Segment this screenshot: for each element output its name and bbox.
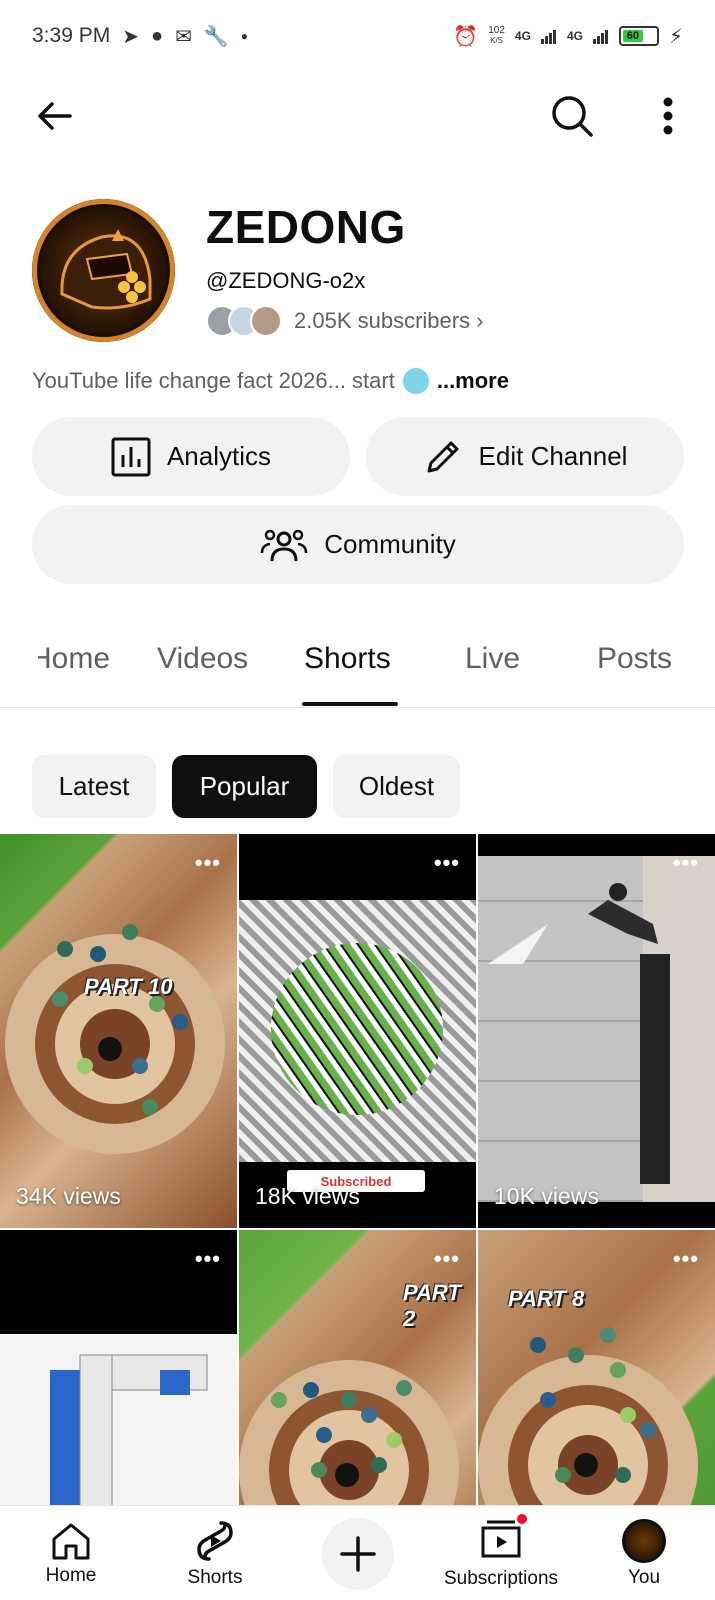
marble-board-image (5, 924, 225, 1154)
bottom-navigation: Home Shorts Subscriptions You (0, 1505, 715, 1600)
tab-home[interactable]: Home (38, 642, 110, 676)
short-views: 10K views (494, 1183, 599, 1209)
signal-2-label: 4G (566, 29, 583, 43)
short-menu-button[interactable]: ••• (195, 1246, 221, 1272)
tab-live[interactable]: Live (465, 642, 520, 676)
tab-videos[interactable]: Videos (157, 642, 248, 676)
tab-shorts[interactable]: Shorts (304, 642, 391, 676)
analytics-icon (111, 437, 151, 476)
alarm-icon: ⏰ (453, 25, 479, 48)
more-vert-icon (663, 97, 673, 135)
charging-icon: ⚡ (668, 25, 683, 48)
subscriber-avatar (250, 305, 282, 337)
battery-level: 60 (622, 30, 643, 42)
edit-channel-button[interactable]: Edit Channel (366, 417, 684, 496)
chip-popular[interactable]: Popular (172, 755, 317, 818)
chip-latest[interactable]: Latest (32, 755, 156, 818)
nav-you[interactable]: You (614, 1506, 674, 1600)
you-avatar-icon (622, 1518, 666, 1563)
chip-oldest[interactable]: Oldest (333, 755, 460, 818)
paper-plane-image (488, 883, 658, 964)
description-text: YouTube life change fact 2026... start (32, 368, 395, 393)
signal-1-icon (540, 30, 556, 44)
wrench-icon: 🔧 (203, 25, 229, 48)
short-overlay-text: PART 2 (403, 1280, 461, 1331)
plus-icon (340, 1536, 376, 1572)
chevron-right-icon: › (476, 308, 484, 333)
more-options-button[interactable] (642, 90, 694, 142)
signal-2-icon (592, 30, 608, 44)
short-overlay-text: PART 8 (508, 1286, 585, 1311)
short-menu-button[interactable]: ••• (434, 850, 460, 876)
subscriptions-icon-wrap (479, 1511, 529, 1564)
battery-icon: 60 (618, 26, 659, 46)
cold-face-emoji-icon (402, 368, 429, 394)
community-icon (261, 529, 308, 561)
community-button[interactable]: Community (32, 505, 684, 584)
green-sphere-image (271, 943, 443, 1115)
network-speed: 102 K/S (488, 25, 505, 46)
nav-subscriptions[interactable]: Subscriptions (436, 1506, 566, 1600)
short-thumbnail[interactable]: PART 10 ••• 34K views (0, 834, 237, 1228)
nav-subscriptions-label: Subscriptions (443, 1567, 559, 1589)
top-app-bar (0, 88, 715, 152)
channel-description[interactable]: YouTube life change fact 2026... start .… (32, 368, 509, 394)
nav-shorts-label: Shorts (187, 1566, 243, 1588)
subscriber-count: 2.05K subscribers (294, 308, 471, 333)
short-menu-button[interactable]: ••• (673, 1246, 699, 1272)
back-button[interactable] (28, 90, 80, 142)
status-time: 3:39 PM (32, 24, 111, 47)
dot-app-icon: ● (150, 24, 164, 47)
short-views: 18K views (255, 1183, 360, 1209)
back-arrow-icon (38, 102, 72, 130)
search-icon (552, 96, 593, 137)
nav-home[interactable]: Home (28, 1506, 114, 1600)
nav-home-label: Home (45, 1564, 97, 1586)
status-bar: 3:39 PM ➤ ● ✉ 🔧 ● ⏰ 102 K/S 4G 4G 60 ⚡ (0, 0, 715, 72)
short-menu-button[interactable]: ••• (673, 850, 699, 876)
nav-you-label: You (627, 1566, 661, 1588)
home-icon (52, 1523, 90, 1559)
more-notifications-icon: ● (240, 29, 248, 43)
short-overlay-text: PART 10 (84, 974, 173, 999)
create-button[interactable] (322, 1518, 394, 1590)
short-menu-button[interactable]: ••• (434, 1246, 460, 1272)
community-label: Community (324, 529, 456, 559)
subscribers-row[interactable]: 2.05K subscribers › (206, 305, 483, 337)
telegram-icon: ➤ (122, 25, 139, 48)
tab-posts[interactable]: Posts (597, 642, 672, 676)
short-views: 34K views (16, 1183, 121, 1209)
analytics-button[interactable]: Analytics (32, 417, 350, 496)
search-button[interactable] (546, 90, 598, 142)
notification-dot (515, 1511, 529, 1526)
channel-avatar[interactable] (32, 199, 175, 342)
nav-shorts[interactable]: Shorts (170, 1506, 260, 1600)
channel-name: ZEDONG (206, 201, 406, 253)
edit-channel-label: Edit Channel (478, 441, 628, 471)
analytics-label: Analytics (166, 441, 272, 471)
active-tab-indicator (302, 702, 398, 706)
pencil-icon (427, 441, 459, 472)
short-thumbnail[interactable]: ••• 10K views (478, 834, 715, 1228)
signal-1-label: 4G (514, 29, 531, 43)
shorts-icon (197, 1520, 233, 1561)
channel-tabs: Home Videos Shorts Live Posts (0, 622, 715, 708)
short-thumbnail[interactable]: Subscribed ••• 18K views (239, 834, 476, 1228)
short-menu-button[interactable]: ••• (195, 850, 221, 876)
channel-handle: @ZEDONG-o2x (206, 268, 366, 293)
gmail-icon: ✉ (175, 25, 192, 48)
helmet-logo-icon (60, 229, 152, 310)
more-link[interactable]: ...more (437, 368, 509, 394)
